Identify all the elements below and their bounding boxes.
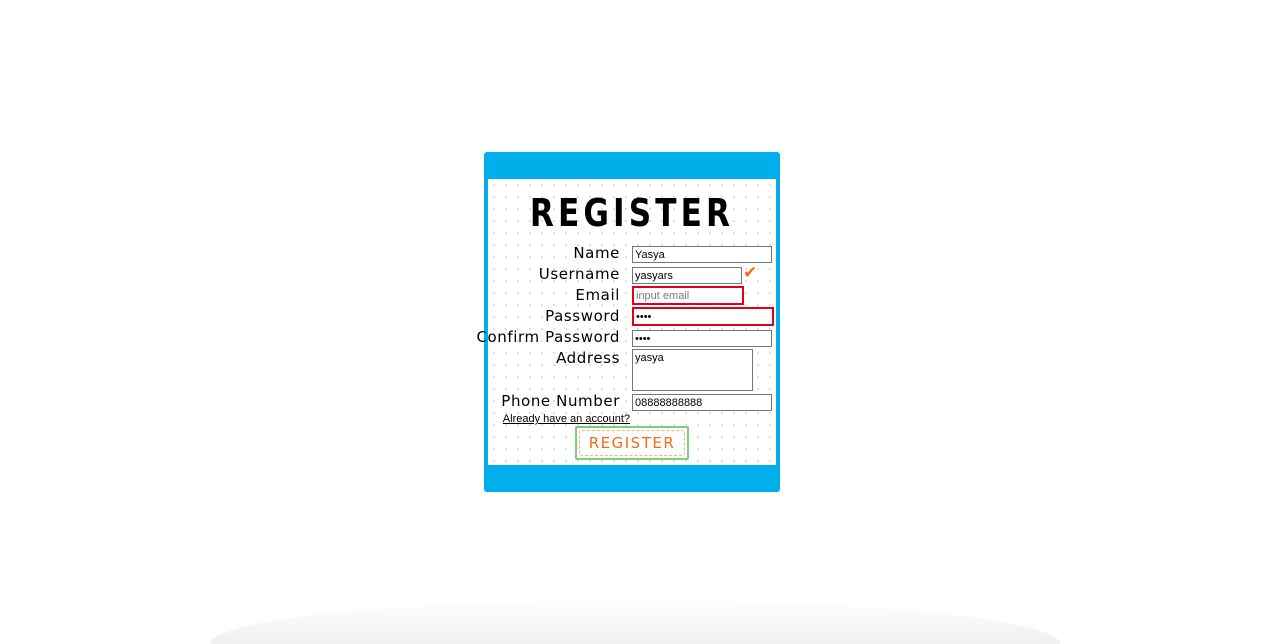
address-label: Address xyxy=(556,349,620,367)
password-input[interactable] xyxy=(632,307,774,326)
register-form: REGISTER Name Username ✔ Email Password … xyxy=(476,179,776,465)
confirm-password-input[interactable] xyxy=(632,330,772,347)
phone-label: Phone Number xyxy=(501,392,620,410)
name-label: Name xyxy=(573,244,620,262)
phone-input[interactable] xyxy=(632,394,772,411)
bottom-shadow xyxy=(210,600,1060,644)
username-label: Username xyxy=(538,265,620,283)
address-textarea[interactable]: yasya xyxy=(632,349,753,391)
register-card: REGISTER Name Username ✔ Email Password … xyxy=(476,152,780,492)
check-icon: ✔ xyxy=(743,263,758,283)
login-link[interactable]: Already have an account? xyxy=(503,413,630,425)
name-input[interactable] xyxy=(632,246,772,263)
username-input[interactable] xyxy=(632,267,742,284)
form-title: REGISTER xyxy=(529,191,735,235)
password-label: Password xyxy=(545,307,620,325)
register-button-label: REGISTER xyxy=(588,434,676,452)
page: REGISTER Name Username ✔ Email Password … xyxy=(0,0,1267,644)
email-input[interactable] xyxy=(632,286,744,305)
register-button[interactable]: REGISTER xyxy=(575,426,689,460)
confirm-password-label: Confirm Password xyxy=(476,328,620,346)
email-label: Email xyxy=(575,286,620,304)
